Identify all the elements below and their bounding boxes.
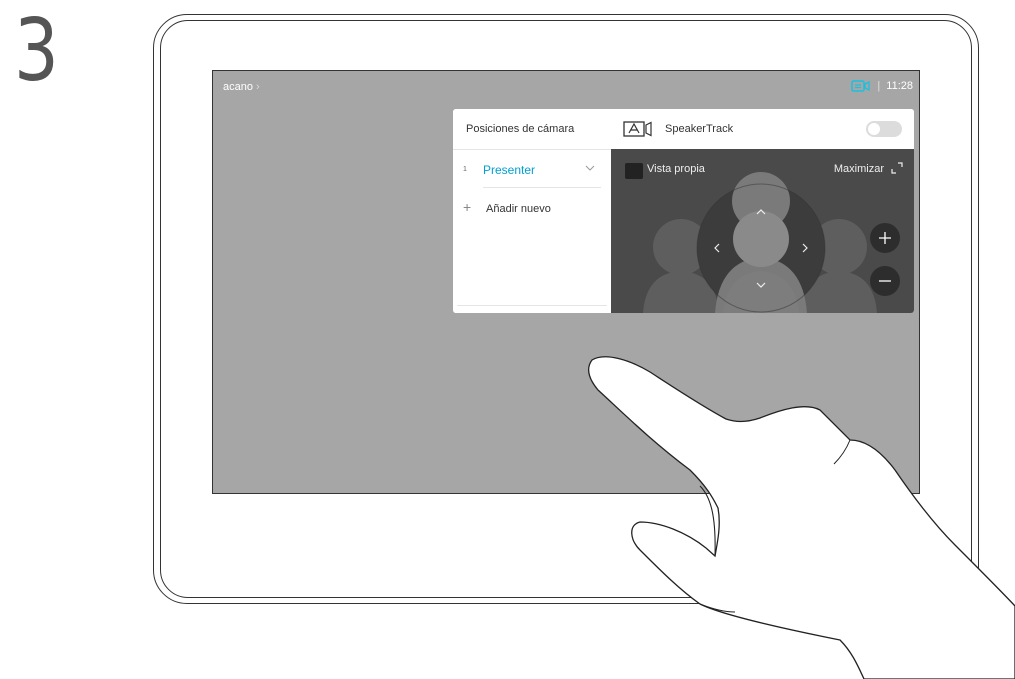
plus-icon: + bbox=[463, 199, 472, 215]
top-bar: acano › | 11:28 bbox=[213, 71, 919, 103]
preset-name: Presenter bbox=[483, 163, 536, 177]
camera-control-panel: Posiciones de cámara 1 Presenter + Añadi… bbox=[453, 109, 914, 313]
camera-view-column: SpeakerTrack Vista propia Maximizar bbox=[611, 109, 914, 313]
step-number: 3 bbox=[14, 1, 59, 101]
preset-index: 1 bbox=[463, 166, 467, 173]
camera-presets-column: Posiciones de cámara 1 Presenter + Añadi… bbox=[453, 109, 612, 313]
chevron-right-icon: › bbox=[255, 81, 260, 93]
selfview-checkbox[interactable] bbox=[625, 163, 643, 179]
speakertrack-label: SpeakerTrack bbox=[665, 123, 734, 135]
selfview-label: Vista propia bbox=[647, 163, 705, 175]
chevron-down-icon[interactable] bbox=[585, 165, 595, 171]
maximize-button[interactable]: Maximizar bbox=[834, 163, 884, 175]
selfview-area: Vista propia Maximizar bbox=[611, 149, 914, 313]
speakertrack-icon bbox=[623, 121, 652, 137]
divider bbox=[457, 305, 607, 306]
maximize-icon[interactable] bbox=[890, 161, 904, 175]
divider bbox=[483, 187, 601, 188]
add-new-label: Añadir nuevo bbox=[486, 203, 551, 215]
status-separator: | bbox=[877, 80, 881, 92]
camera-status-icon[interactable] bbox=[851, 80, 871, 92]
status-area: | 11:28 bbox=[851, 80, 913, 92]
clock: 11:28 bbox=[886, 80, 913, 92]
presets-title: Posiciones de cámara bbox=[466, 123, 575, 135]
touch-screen: acano › | 11:28 Posiciones de cámara 1 Pr… bbox=[212, 70, 920, 494]
breadcrumb[interactable]: acano › bbox=[223, 81, 260, 93]
speakertrack-toggle[interactable] bbox=[866, 121, 902, 137]
preset-item[interactable]: 1 Presenter bbox=[453, 149, 611, 187]
breadcrumb-label: acano bbox=[223, 81, 253, 93]
toggle-knob bbox=[868, 123, 880, 135]
add-new-preset-button[interactable]: + Añadir nuevo bbox=[453, 193, 611, 223]
speakertrack-row: SpeakerTrack bbox=[611, 109, 914, 149]
